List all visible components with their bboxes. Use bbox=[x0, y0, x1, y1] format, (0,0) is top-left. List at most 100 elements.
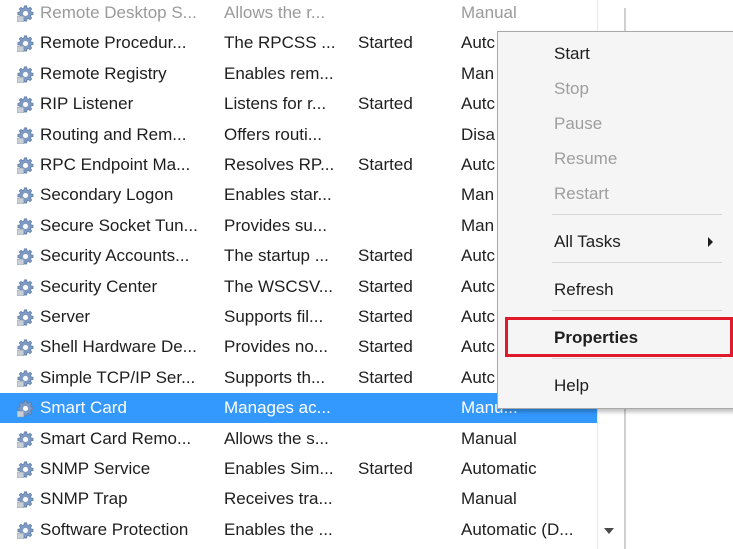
service-status: Started bbox=[358, 459, 413, 478]
service-status bbox=[358, 515, 450, 545]
menu-item-start[interactable]: Start bbox=[498, 38, 733, 70]
gear-icon bbox=[16, 248, 34, 266]
gear-icon bbox=[16, 339, 34, 357]
service-name: Shell Hardware De... bbox=[40, 337, 197, 357]
service-status: Started bbox=[358, 307, 413, 326]
service-description: Supports th... bbox=[224, 367, 326, 387]
service-name: RIP Listener bbox=[40, 94, 134, 114]
gear-icon bbox=[16, 400, 34, 418]
service-status bbox=[358, 120, 450, 150]
service-description: The RPCSS ... bbox=[224, 33, 336, 53]
service-name: SNMP Service bbox=[40, 459, 151, 478]
menu-item-refresh[interactable]: Refresh bbox=[498, 274, 733, 306]
service-description: Enables star... bbox=[224, 185, 332, 205]
service-name: Security Accounts... bbox=[40, 246, 190, 266]
menu-item-label: Refresh bbox=[554, 280, 614, 299]
service-status: Started bbox=[358, 337, 413, 357]
service-description: Allows the s... bbox=[224, 428, 329, 448]
service-description: The WSCSV... bbox=[224, 276, 333, 296]
chevron-right-icon bbox=[708, 237, 713, 247]
service-status bbox=[358, 484, 450, 514]
service-status: Started bbox=[358, 94, 413, 114]
service-status bbox=[358, 424, 450, 454]
service-name: RPC Endpoint Ma... bbox=[40, 155, 191, 174]
service-description: Allows the r... bbox=[224, 3, 326, 22]
service-startup-type: Automatic (D... bbox=[461, 519, 574, 539]
gear-icon bbox=[16, 96, 34, 114]
gear-icon bbox=[16, 491, 34, 509]
table-row[interactable]: Software Protection Enables the ... Automa… bbox=[0, 515, 600, 545]
service-name: Smart Card Remo... bbox=[40, 428, 192, 448]
gear-icon bbox=[16, 218, 34, 236]
menu-item-label: Restart bbox=[554, 184, 609, 203]
service-name: Server bbox=[40, 307, 91, 326]
service-description: Enables Sim... bbox=[224, 459, 334, 478]
menu-item-label: Pause bbox=[554, 114, 603, 133]
service-status bbox=[358, 180, 450, 210]
gear-icon bbox=[16, 309, 34, 327]
service-status: Started bbox=[358, 246, 413, 266]
service-name: Routing and Rem... bbox=[40, 124, 187, 144]
gear-icon bbox=[16, 522, 34, 540]
menu-item-label: Stop bbox=[554, 79, 589, 98]
gear-icon bbox=[16, 461, 34, 479]
service-startup-type: Automatic bbox=[461, 459, 537, 478]
menu-item-all-tasks[interactable]: All Tasks bbox=[498, 226, 733, 258]
service-status: Started bbox=[358, 155, 413, 174]
service-description: Supports fil... bbox=[224, 307, 324, 326]
menu-item-pause[interactable]: Pause bbox=[498, 108, 733, 140]
service-status bbox=[358, 59, 450, 89]
table-row[interactable]: SNMP Trap Receives tra... Manual bbox=[0, 484, 600, 514]
service-status bbox=[358, 393, 450, 423]
gear-icon bbox=[16, 187, 34, 205]
menu-item-label: Start bbox=[554, 44, 590, 63]
service-name: Secondary Logon bbox=[40, 185, 174, 205]
gear-icon bbox=[16, 157, 34, 175]
service-status bbox=[358, 0, 450, 28]
menu-item-stop[interactable]: Stop bbox=[498, 73, 733, 105]
service-description: Resolves RP... bbox=[224, 155, 335, 174]
service-description: The startup ... bbox=[224, 246, 329, 266]
service-status: Started bbox=[358, 33, 413, 53]
service-startup-type: Manual bbox=[461, 489, 517, 509]
table-row[interactable]: Remote Desktop S... Allows the r... Manual bbox=[0, 0, 600, 28]
service-startup-type: Manual bbox=[461, 3, 517, 22]
service-description: Receives tra... bbox=[224, 489, 333, 509]
service-name: Smart Card bbox=[40, 398, 127, 418]
service-name: Security Center bbox=[40, 276, 158, 296]
service-description: Manages ac... bbox=[224, 398, 331, 418]
menu-item-resume[interactable]: Resume bbox=[498, 143, 733, 175]
table-row[interactable]: SNMP Service Enables Sim... Started Automat… bbox=[0, 454, 600, 484]
gear-icon bbox=[16, 5, 34, 23]
gear-icon bbox=[16, 279, 34, 296]
service-description: Listens for r... bbox=[224, 94, 327, 114]
menu-item-label: Resume bbox=[554, 149, 618, 168]
service-description: Enables the ... bbox=[224, 519, 333, 539]
service-startup-type: Manual bbox=[461, 428, 517, 448]
service-status bbox=[358, 211, 450, 241]
menu-item-label: All Tasks bbox=[554, 232, 621, 251]
menu-item-help[interactable]: Help bbox=[498, 370, 733, 402]
menu-separator bbox=[552, 358, 722, 359]
service-status: Started bbox=[358, 276, 413, 296]
service-status: Started bbox=[358, 367, 413, 387]
service-description: Enables rem... bbox=[224, 63, 334, 83]
service-description: Provides no... bbox=[224, 337, 328, 357]
menu-separator bbox=[552, 262, 722, 263]
properties-highlight-box bbox=[505, 317, 733, 357]
menu-item-label: Help bbox=[554, 376, 589, 395]
gear-icon bbox=[16, 370, 34, 388]
service-name: Simple TCP/IP Ser... bbox=[40, 367, 196, 387]
menu-item-restart[interactable]: Restart bbox=[498, 178, 733, 210]
service-description: Offers routi... bbox=[224, 124, 322, 144]
gear-icon bbox=[16, 431, 34, 448]
service-name: Software Protection bbox=[40, 519, 189, 539]
service-name: Secure Socket Tun... bbox=[40, 215, 198, 235]
service-name: Remote Registry bbox=[40, 63, 167, 83]
service-name: Remote Procedur... bbox=[40, 33, 187, 53]
scroll-down-arrow-icon[interactable] bbox=[604, 528, 614, 534]
service-name: SNMP Trap bbox=[40, 489, 128, 509]
gear-icon bbox=[16, 66, 34, 84]
service-description: Provides su... bbox=[224, 215, 327, 235]
table-row[interactable]: Smart Card Remo... Allows the s... Manual bbox=[0, 424, 600, 454]
